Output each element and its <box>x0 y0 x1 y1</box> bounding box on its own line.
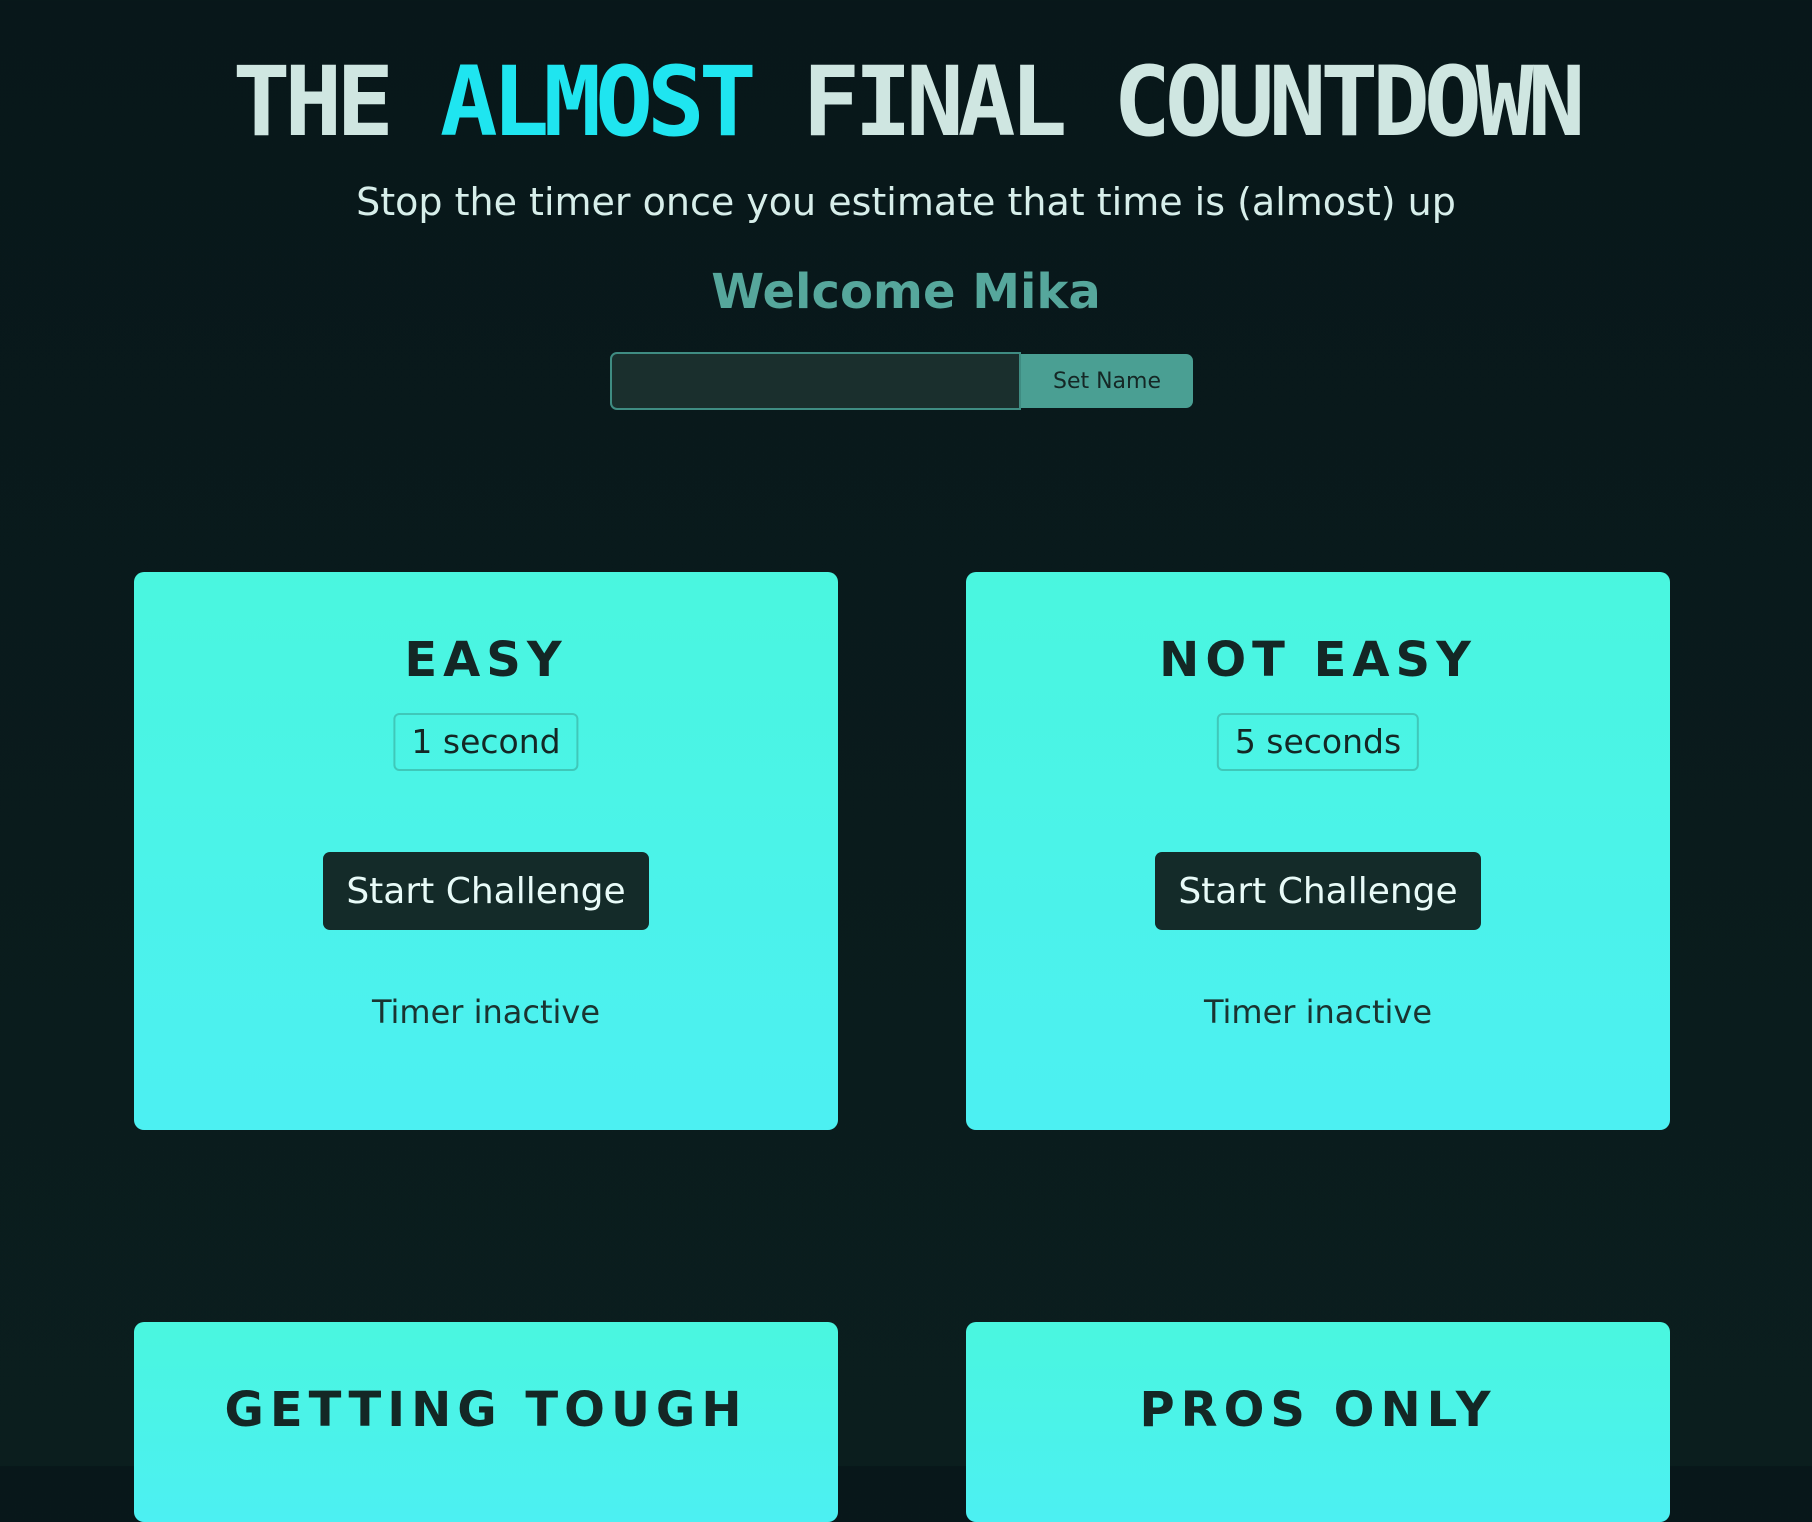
title-part-2: FINAL COUNTDOWN <box>750 46 1585 158</box>
timer-status: Timer inactive <box>371 993 601 1031</box>
title-accent-word: ALMOST <box>439 46 757 158</box>
challenge-card-easy: EASY 1 second Start Challenge Timer inac… <box>134 572 838 1130</box>
start-challenge-button[interactable]: Start Challenge <box>323 852 649 930</box>
page-header: THE ALMOST FINAL COUNTDOWN Stop the time… <box>0 0 1812 320</box>
name-input[interactable] <box>610 352 1021 410</box>
page-title: THE ALMOST FINAL COUNTDOWN <box>0 52 1812 152</box>
challenge-card-getting-tough: GETTING TOUGH <box>134 1322 838 1522</box>
duration-badge: 1 second <box>393 713 579 771</box>
set-name-button[interactable]: Set Name <box>1021 354 1193 408</box>
timer-status: Timer inactive <box>1203 993 1433 1031</box>
start-challenge-button[interactable]: Start Challenge <box>1155 852 1481 930</box>
duration-badge: 5 seconds <box>1216 713 1420 771</box>
challenge-card-pros-only: PROS ONLY <box>966 1322 1670 1522</box>
challenge-card-not-easy: NOT EASY 5 seconds Start Challenge Timer… <box>966 572 1670 1130</box>
challenge-title: NOT EASY <box>1159 632 1477 688</box>
welcome-message: Welcome Mika <box>711 264 1101 320</box>
challenge-title: PROS ONLY <box>1139 1382 1497 1438</box>
name-form: Set Name <box>610 352 1194 410</box>
title-part-1: THE <box>232 46 440 158</box>
page-subtitle: Stop the timer once you estimate that ti… <box>356 180 1456 224</box>
challenge-title: GETTING TOUGH <box>224 1382 748 1438</box>
challenge-title: EASY <box>404 632 568 688</box>
